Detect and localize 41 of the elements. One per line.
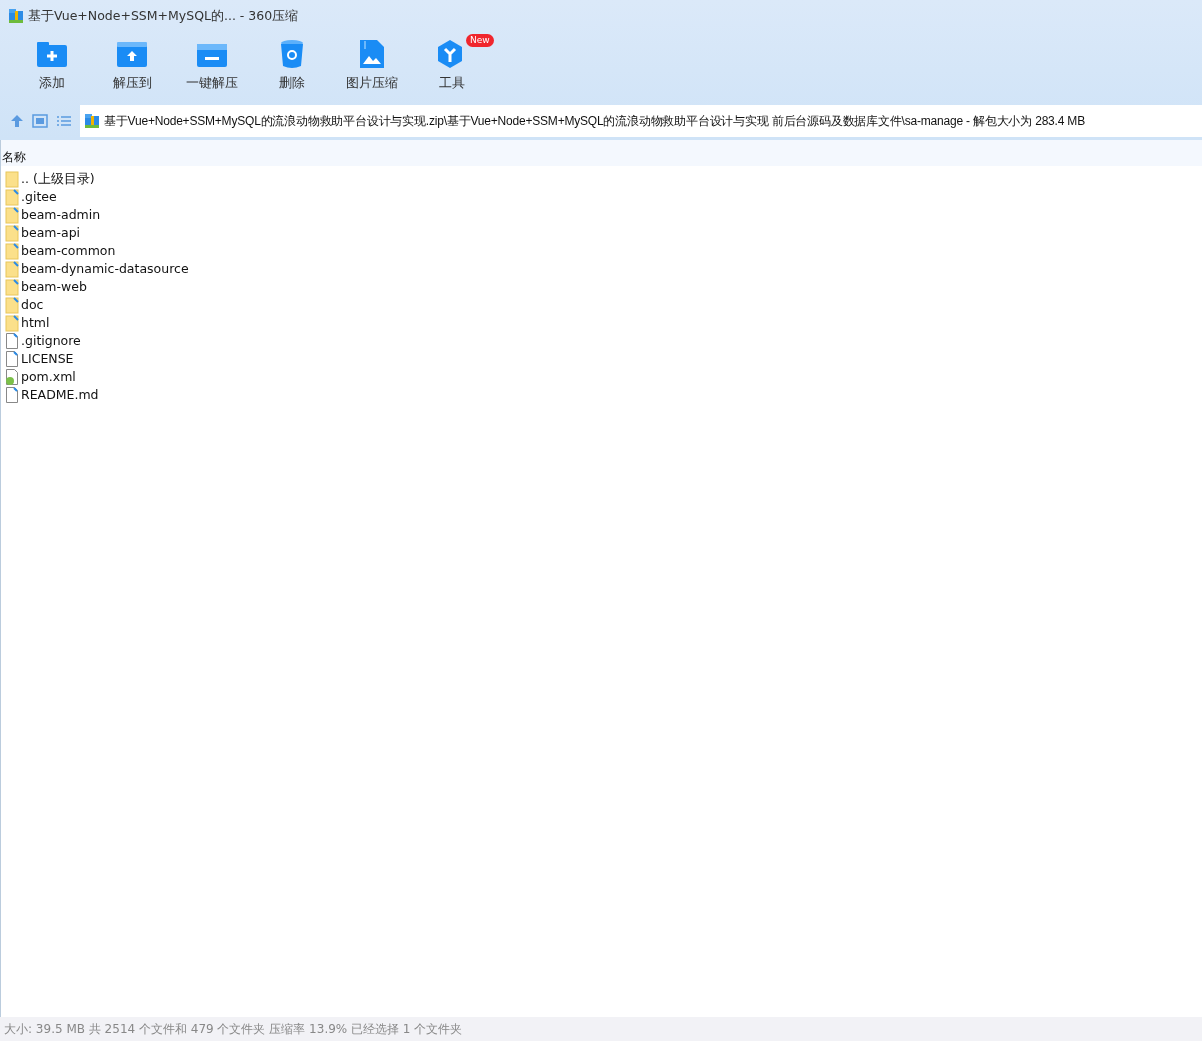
folder-icon — [5, 314, 19, 332]
file-name[interactable]: README.md — [21, 385, 99, 405]
file-name[interactable]: pom.xml — [21, 367, 76, 387]
list-view-icon[interactable] — [56, 114, 72, 128]
archive-icon — [8, 8, 24, 24]
toolbar-button[interactable]: 图片压缩 — [332, 38, 412, 102]
file-name[interactable]: beam-common — [21, 241, 116, 261]
file-name[interactable]: beam-admin — [21, 205, 101, 225]
status-text: 大小: 39.5 MB 共 2514 个文件和 479 个文件夹 压缩率 13.9% 已经选择 1 个文件夹 — [4, 1021, 463, 1038]
file-name[interactable]: doc — [21, 295, 44, 315]
thumbnail-view-icon[interactable] — [32, 114, 48, 128]
folder-icon — [5, 260, 19, 278]
folder-icon — [5, 296, 19, 314]
file-icon — [5, 350, 19, 368]
folder-icon — [5, 188, 19, 206]
new-badge: New — [466, 34, 494, 47]
file-icon — [5, 332, 19, 350]
file-icon — [5, 386, 19, 404]
file-name[interactable]: .. (上级目录) — [21, 169, 95, 189]
file-name[interactable]: html — [21, 313, 50, 333]
toolbar-button[interactable]: 删除 — [252, 38, 332, 102]
file-name[interactable]: .gitee — [21, 187, 57, 207]
folder-icon — [5, 206, 19, 224]
file-name[interactable]: beam-web — [21, 277, 87, 297]
file-name[interactable]: .gitignore — [21, 331, 81, 351]
file-name[interactable]: beam-api — [21, 223, 81, 243]
toolbar-button[interactable]: 添加 — [12, 38, 92, 102]
toolbar-button[interactable]: 一键解压 — [172, 38, 252, 102]
toolbar-button[interactable]: 解压到 — [92, 38, 172, 102]
folder-icon — [5, 170, 19, 188]
up-arrow-icon[interactable] — [10, 114, 24, 128]
archive-icon — [84, 113, 100, 129]
folder-icon — [5, 242, 19, 260]
file-name[interactable]: beam-dynamic-datasource — [21, 259, 189, 279]
folder-icon — [5, 278, 19, 296]
window-title: 基于Vue+Node+SSM+MySQL的... - 360压缩 — [28, 6, 299, 25]
column-header[interactable]: 名称 — [2, 150, 26, 164]
folder-icon — [5, 224, 19, 242]
address-field[interactable]: 基于Vue+Node+SSM+MySQL的流浪动物救助平台设计与实现.zip\基于Vue+Node+SSM+MySQL的流浪动物救助平台设计与实现 前后台源码及数据库文件\sa-manage - 解包大小为 283.4 MB — [80, 105, 1202, 137]
file-name[interactable]: LICENSE — [21, 349, 74, 369]
xml-file-icon — [5, 368, 19, 386]
